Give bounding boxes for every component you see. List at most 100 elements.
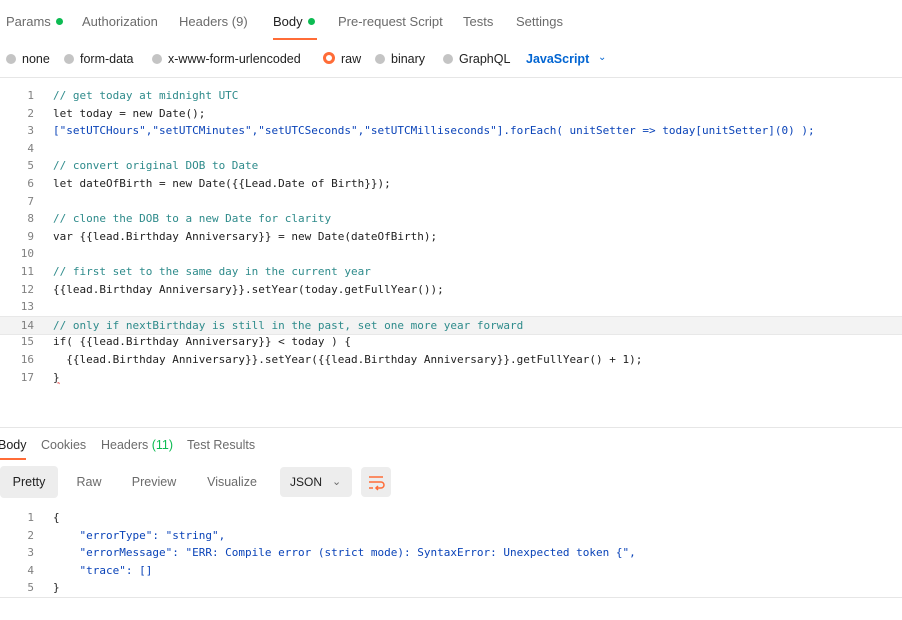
radio-form-data-label: form-data	[80, 52, 134, 66]
view-pretty-button[interactable]: Pretty	[0, 466, 58, 498]
line-number: 11	[20, 265, 34, 278]
tab-params-label: Params	[6, 14, 51, 29]
tab-settings-label: Settings	[516, 14, 563, 29]
line-number: 13	[20, 300, 34, 314]
code-line: 17}	[0, 369, 902, 387]
chevron-down-icon: ⌄	[332, 476, 342, 488]
code-text: if( {{lead.Birthday Anniversary}} < toda…	[53, 335, 352, 349]
code-text: }	[53, 370, 60, 384]
radio-graphql-label: GraphQL	[459, 52, 511, 66]
radio-circle-icon	[6, 54, 16, 64]
radio-urlencoded-label: x-www-form-urlencoded	[168, 52, 301, 66]
format-dropdown[interactable]: JSON ⌄	[280, 467, 352, 497]
view-preview-button[interactable]: Preview	[124, 466, 184, 498]
radio-graphql[interactable]: GraphQL	[443, 52, 510, 66]
response-tab-test-results-label: Test Results	[187, 438, 256, 452]
tab-params[interactable]: Params	[6, 14, 63, 29]
line-number: 12	[20, 282, 34, 296]
response-line: 1{	[0, 509, 902, 527]
body-type-selector: none form-data x-www-form-urlencoded raw…	[0, 48, 902, 70]
radio-urlencoded[interactable]: x-www-form-urlencoded	[152, 52, 301, 66]
code-line: 1 // get today at midnight UTC	[0, 87, 902, 105]
response-line: 2 "errorType": "string",	[0, 527, 902, 545]
line-number: 1	[27, 89, 34, 102]
response-view-bar: Pretty Raw Preview Visualize JSON ⌄	[0, 466, 902, 500]
tab-settings[interactable]: Settings	[516, 14, 563, 29]
radio-circle-icon	[152, 54, 162, 64]
tab-body-label: Body	[273, 14, 303, 29]
line-number: 3	[27, 124, 34, 138]
view-raw-button[interactable]: Raw	[66, 466, 112, 498]
line-number: 15	[20, 335, 34, 349]
code-line: 13	[0, 298, 902, 316]
line-number: 17	[20, 370, 34, 384]
pane-divider[interactable]	[0, 427, 902, 428]
wrap-lines-button[interactable]	[361, 467, 391, 497]
radio-form-data[interactable]: form-data	[64, 52, 134, 66]
radio-raw[interactable]: raw	[323, 52, 361, 66]
code-line: 12 {{lead.Birthday Anniversary}}.setYear(…	[0, 281, 902, 299]
line-number: 4	[27, 563, 34, 577]
response-text: }	[53, 581, 60, 595]
response-text: {	[53, 511, 60, 524]
code-text: // only if nextBirthday is still in the …	[53, 318, 524, 332]
tab-headers-count: (9)	[231, 14, 248, 29]
tab-pre-request-label: Pre-request Script	[338, 14, 443, 29]
chevron-down-icon[interactable]: ⌄	[598, 52, 606, 63]
wrap-lines-icon	[369, 476, 385, 491]
response-tab-body-label: Body	[0, 438, 27, 452]
radio-raw-label: raw	[341, 52, 362, 66]
line-number: 7	[27, 194, 34, 208]
line-number: 6	[27, 177, 34, 190]
response-headers-count: (11)	[151, 438, 174, 452]
tab-tests-label: Tests	[463, 14, 494, 29]
response-text: "errorMessage": "ERR: Compile error (str…	[53, 546, 636, 560]
code-text: let dateOfBirth = new Date({{Lead.Date o…	[53, 177, 391, 190]
radio-none-label: none	[22, 52, 50, 66]
tab-authorization[interactable]: Authorization	[82, 14, 158, 29]
response-tab-test-results[interactable]: Test Results	[187, 438, 255, 452]
code-text: ["setUTCHours","setUTCMinutes","setUTCSe…	[53, 124, 815, 138]
code-line: 15 if( {{lead.Birthday Anniversary}} < to…	[0, 333, 902, 351]
line-number: 2	[27, 106, 34, 120]
radio-binary[interactable]: binary	[375, 52, 425, 66]
language-dropdown[interactable]: JavaScript	[526, 52, 589, 66]
radio-none[interactable]: none	[6, 52, 50, 66]
code-text: // clone the DOB to a new Date for clari…	[53, 212, 332, 226]
code-line: 8 // clone the DOB to a new Date for clar…	[0, 210, 902, 228]
code-line: 6 let dateOfBirth = new Date({{Lead.Date …	[0, 175, 902, 193]
response-line: 4 "trace": []	[0, 562, 902, 580]
line-number: 3	[27, 546, 34, 560]
line-number: 1	[27, 511, 34, 524]
tab-tests[interactable]: Tests	[463, 14, 493, 29]
response-text: "errorType": "string",	[53, 528, 226, 542]
line-number: 8	[27, 212, 34, 226]
bottom-divider	[0, 597, 902, 598]
request-tabs: Params Authorization Headers (9) Body Pr…	[0, 0, 902, 42]
line-number: 2	[27, 528, 34, 542]
code-line: 4	[0, 140, 902, 158]
code-text: // get today at midnight UTC	[53, 89, 239, 102]
response-tab-body[interactable]: Body	[0, 438, 27, 452]
params-active-dot	[55, 18, 63, 25]
view-visualize-button[interactable]: Visualize	[198, 466, 266, 498]
response-line: 5}	[0, 579, 902, 597]
code-line: 3 ["setUTCHours","setUTCMinutes","setUTCS…	[0, 122, 902, 140]
response-tab-cookies[interactable]: Cookies	[41, 438, 86, 452]
code-line: 9 var {{lead.Birthday Anniversary}} = new…	[0, 228, 902, 246]
line-number: 14	[20, 318, 34, 332]
tab-body[interactable]: Body	[273, 14, 315, 29]
format-label: JSON	[290, 475, 323, 489]
tab-headers[interactable]: Headers (9)	[179, 14, 248, 29]
tab-pre-request-script[interactable]: Pre-request Script	[338, 14, 443, 29]
code-line: 16 {{lead.Birthday Anniversary}}.setYear…	[0, 351, 902, 369]
tab-headers-label: Headers	[179, 14, 229, 29]
line-number: 5	[27, 159, 34, 173]
code-line: 2 let today = new Date();	[0, 105, 902, 123]
code-line: 5 // convert original DOB to Date	[0, 157, 902, 175]
code-text: // convert original DOB to Date	[53, 159, 259, 173]
code-text: {{lead.Birthday Anniversary}}.setYear({{…	[53, 353, 643, 366]
response-tab-headers-label: Headers	[101, 438, 149, 452]
radio-binary-label: binary	[391, 52, 426, 66]
response-tab-headers[interactable]: Headers (11)	[101, 438, 173, 452]
